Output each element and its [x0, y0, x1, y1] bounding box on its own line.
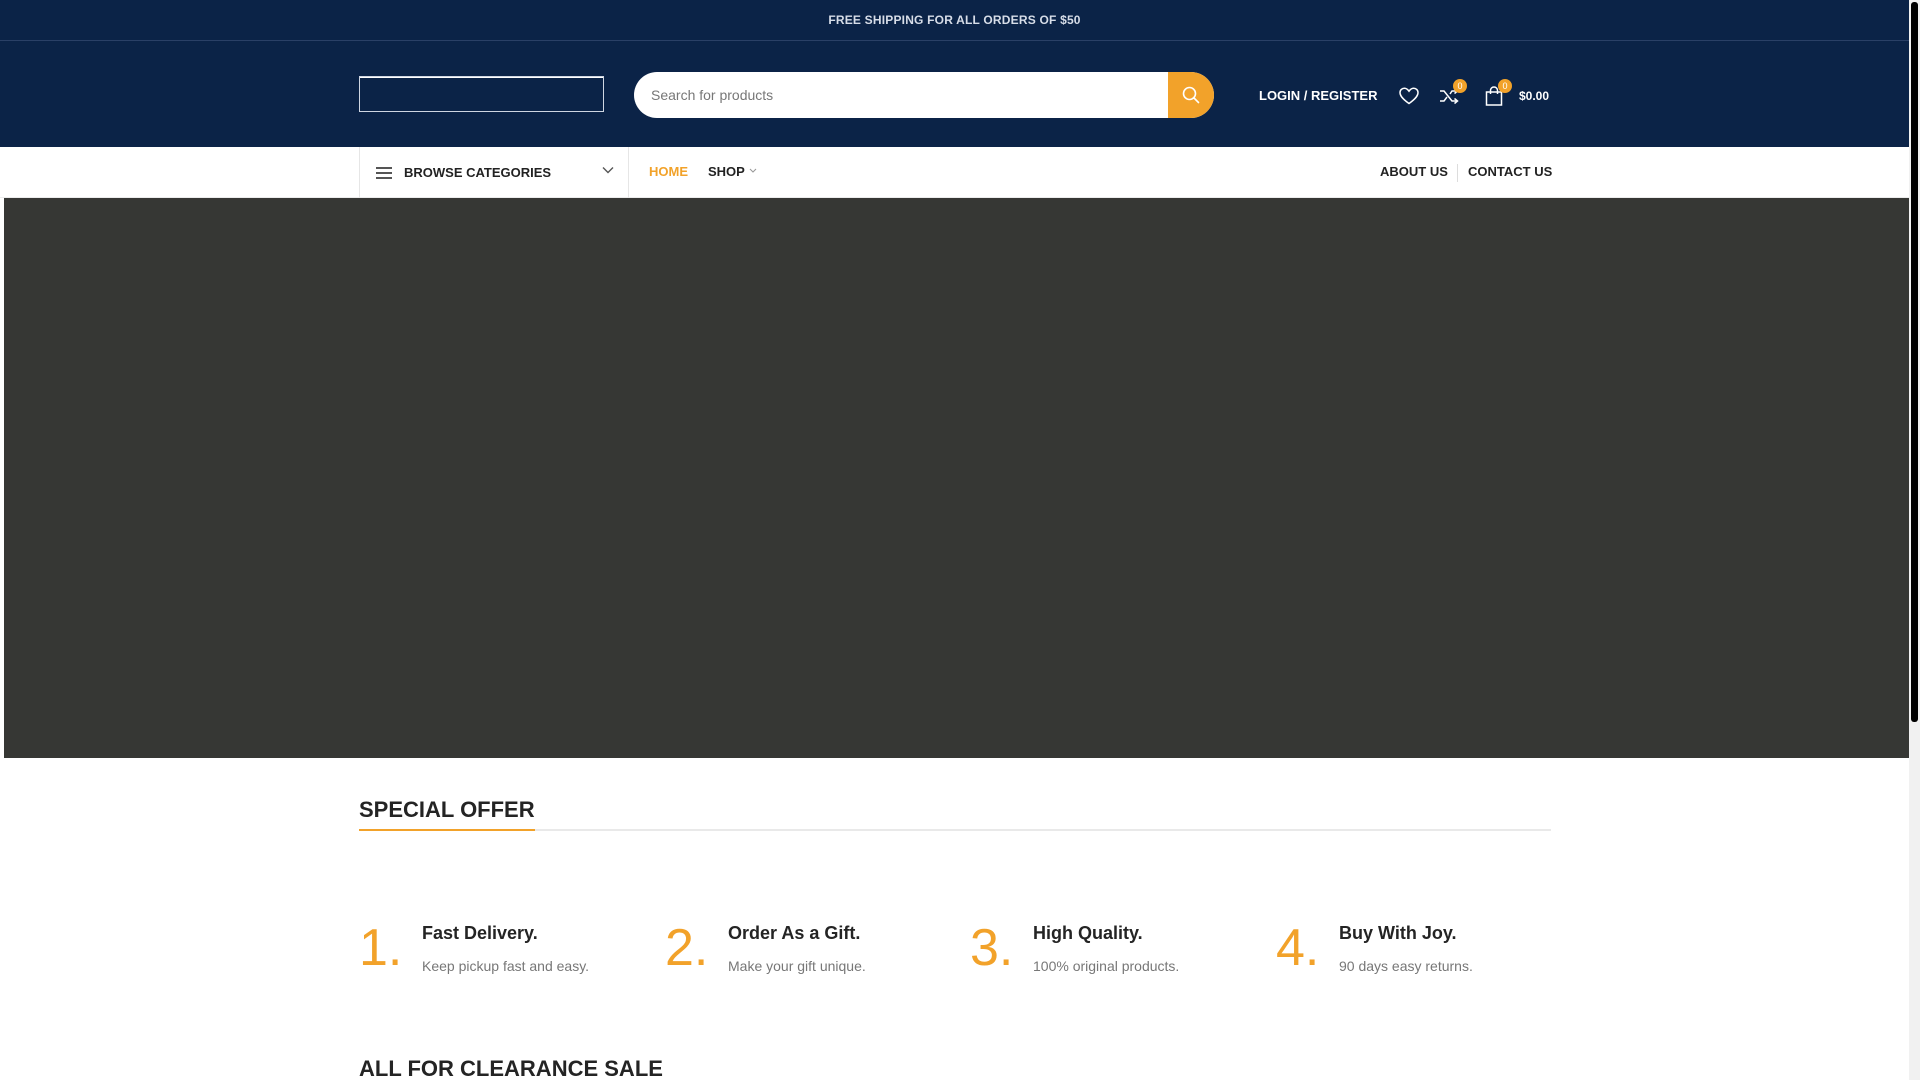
- chevron-down-icon: [749, 168, 757, 173]
- section-divider: [359, 829, 1551, 831]
- browse-categories-label: BROWSE CATEGORIES: [404, 165, 552, 180]
- clearance-sale-title: ALL FOR CLEARANCE SALE: [359, 1056, 663, 1080]
- browse-categories-dropdown[interactable]: BROWSE CATEGORIES: [359, 147, 629, 198]
- nav-divider: [1457, 164, 1458, 182]
- nav-shop-label: SHOP: [708, 164, 745, 179]
- heart-icon: [1399, 87, 1419, 105]
- special-offer-title: SPECIAL OFFER: [359, 797, 535, 822]
- product-search: [634, 72, 1214, 118]
- feature-title: High Quality.: [1033, 923, 1143, 943]
- feature-description: 100% original products.: [1033, 958, 1180, 974]
- wishlist-button[interactable]: [1398, 85, 1420, 107]
- menu-icon: [376, 166, 392, 179]
- scrollbar-thumb[interactable]: [1911, 2, 1918, 722]
- chevron-down-icon: [602, 167, 614, 174]
- hero-banner: [4, 198, 1909, 758]
- site-logo[interactable]: [359, 76, 604, 112]
- feature-number: 1.: [359, 919, 403, 977]
- feature-description: Make your gift unique.: [728, 958, 866, 974]
- feature-description: 90 days easy returns.: [1339, 958, 1473, 974]
- site-header: LOGIN / REGISTER 0 0 $0.00: [0, 41, 1909, 147]
- search-icon: [1182, 86, 1200, 104]
- compare-count-badge: 0: [1453, 79, 1467, 93]
- cart-button[interactable]: 0: [1483, 79, 1512, 107]
- main-navigation: BROWSE CATEGORIES HOME SHOP ABOUT US CON…: [0, 147, 1909, 198]
- search-input[interactable]: [634, 72, 1168, 118]
- feature-item: 1. Fast Delivery. Keep pickup fast and e…: [359, 918, 659, 998]
- login-register-link[interactable]: LOGIN / REGISTER: [1259, 88, 1377, 103]
- cart-count-badge: 0: [1498, 79, 1512, 93]
- feature-item: 4. Buy With Joy. 90 days easy returns.: [1276, 918, 1576, 998]
- cart-total[interactable]: $0.00: [1519, 89, 1549, 103]
- compare-button[interactable]: 0: [1438, 79, 1467, 107]
- free-shipping-notice: FREE SHIPPING FOR ALL ORDERS OF $50: [828, 13, 1081, 27]
- nav-about-us[interactable]: ABOUT US: [1380, 164, 1448, 179]
- search-button[interactable]: [1168, 72, 1214, 118]
- nav-shop[interactable]: SHOP: [708, 164, 757, 179]
- feature-title: Fast Delivery.: [422, 923, 538, 943]
- feature-number: 4.: [1276, 919, 1320, 977]
- feature-title: Buy With Joy.: [1339, 923, 1457, 943]
- feature-title: Order As a Gift.: [728, 923, 861, 943]
- nav-contact-us[interactable]: CONTACT US: [1468, 164, 1552, 179]
- feature-number: 3.: [970, 919, 1014, 977]
- feature-number: 2.: [665, 919, 709, 977]
- top-bar: FREE SHIPPING FOR ALL ORDERS OF $50: [0, 0, 1909, 41]
- feature-item: 3. High Quality. 100% original products.: [970, 918, 1270, 998]
- page-scrollbar[interactable]: [1909, 0, 1920, 1080]
- feature-item: 2. Order As a Gift. Make your gift uniqu…: [665, 918, 965, 998]
- nav-home[interactable]: HOME: [649, 164, 688, 179]
- section-divider-accent: [359, 829, 535, 831]
- feature-description: Keep pickup fast and easy.: [422, 958, 590, 974]
